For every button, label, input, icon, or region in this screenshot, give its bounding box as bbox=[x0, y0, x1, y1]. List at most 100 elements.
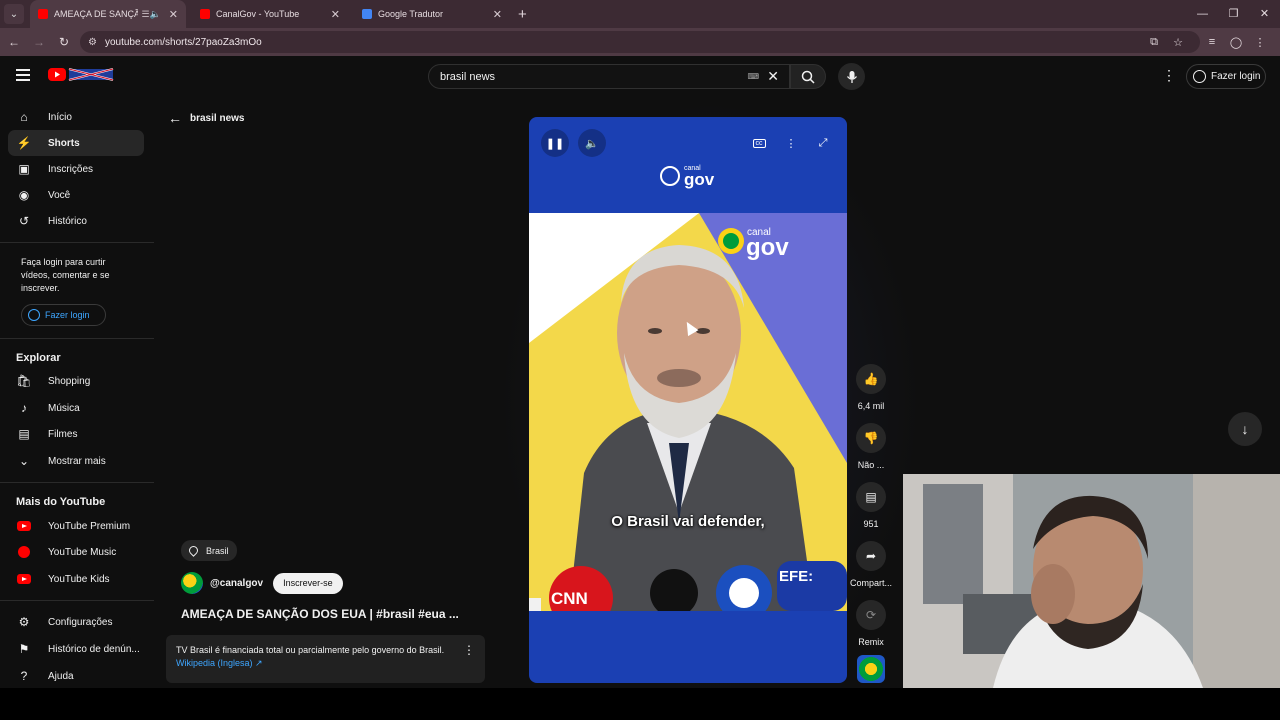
like-count: 6,4 mil bbox=[857, 401, 885, 411]
microphone-icon bbox=[846, 70, 857, 83]
sidebar-item-shopping[interactable]: 🛍 Shopping bbox=[8, 368, 144, 394]
sidebar-item-subscriptions[interactable]: ▣ Inscrições bbox=[8, 156, 144, 182]
sound-thumbnail[interactable] bbox=[857, 655, 885, 683]
back-arrow-icon: ← bbox=[168, 110, 182, 126]
captions-button[interactable]: cc bbox=[745, 129, 773, 157]
address-bar[interactable]: ⚙ youtube.com/shorts/27paoZa3mOo bbox=[80, 31, 1200, 53]
site-info-icon[interactable]: ⚙ bbox=[88, 37, 97, 48]
restore-icon[interactable]: ❐ bbox=[1218, 0, 1249, 28]
divider bbox=[0, 338, 154, 339]
browser-menu-icon[interactable]: ⋮ bbox=[1248, 36, 1272, 49]
sidebar-item-history[interactable]: ↺ Histórico bbox=[8, 208, 144, 234]
svg-text:gov: gov bbox=[746, 234, 789, 261]
subscriptions-icon: ▣ bbox=[18, 162, 30, 176]
webcam-image bbox=[903, 474, 1280, 688]
sidebar-item-report-history[interactable]: ⚑ Histórico de denún... bbox=[8, 636, 144, 662]
sidebar-item-you[interactable]: ◉ Você bbox=[8, 182, 144, 208]
tab-audio-icon[interactable]: ☰🔈 bbox=[142, 9, 161, 20]
webcam-overlay bbox=[903, 474, 1280, 688]
sidebar-item-youtube-premium[interactable]: YouTube Premium bbox=[8, 513, 144, 539]
sidebar-item-movies[interactable]: ▤ Filmes bbox=[8, 421, 144, 447]
sidebar-item-label: YouTube Premium bbox=[48, 520, 131, 532]
more-options-button[interactable]: ⋮ bbox=[777, 129, 805, 157]
arrow-down-icon: ↓ bbox=[1241, 421, 1249, 437]
sidebar-item-youtube-music[interactable]: YouTube Music bbox=[8, 539, 144, 565]
close-tab-icon[interactable]: ✕ bbox=[331, 8, 340, 21]
like-button[interactable]: 👍 6,4 mil bbox=[848, 364, 894, 411]
sidebar-item-shorts[interactable]: ⚡ Shorts bbox=[8, 130, 144, 156]
sidebar-item-label: Filmes bbox=[48, 428, 78, 440]
remix-button[interactable]: ⟳ Remix bbox=[848, 600, 894, 647]
profile-icon[interactable]: ◯ bbox=[1224, 36, 1248, 49]
shorts-icon: ⚡ bbox=[16, 136, 32, 150]
sidebar-item-help[interactable]: ? Ajuda bbox=[8, 663, 144, 689]
install-app-icon[interactable]: ⧉ bbox=[1142, 36, 1166, 49]
next-short-button[interactable]: ↓ bbox=[1228, 412, 1262, 446]
sidebar-item-home[interactable]: ⌂ Início bbox=[8, 104, 144, 130]
channel-avatar[interactable] bbox=[181, 572, 203, 594]
canal-gov-wordmark: canal gov bbox=[684, 165, 715, 189]
youtube-kids-icon bbox=[16, 571, 32, 587]
sidebar-item-label: Shopping bbox=[48, 375, 91, 387]
menu-icon[interactable] bbox=[16, 69, 30, 84]
notice-menu-icon[interactable]: ⋮ bbox=[463, 644, 475, 657]
sidebar-item-label: Configurações bbox=[48, 616, 113, 628]
volume-button[interactable]: 🔈 bbox=[578, 129, 606, 157]
voice-search-button[interactable] bbox=[838, 63, 865, 90]
minimize-icon[interactable]: — bbox=[1187, 0, 1218, 28]
comments-button[interactable]: ▤ 951 bbox=[848, 482, 894, 529]
new-tab-icon[interactable]: + bbox=[518, 6, 527, 23]
thumbs-down-icon: 👎 bbox=[856, 423, 886, 453]
back-to-search-link[interactable]: ← brasil news bbox=[168, 110, 244, 126]
fullscreen-button[interactable]: ⤢ bbox=[809, 129, 837, 157]
forward-arrow-icon[interactable]: → bbox=[28, 35, 50, 49]
sign-in-button[interactable]: Fazer login bbox=[1186, 64, 1266, 89]
login-note: Faça login para curtir vídeos, comentar … bbox=[21, 257, 110, 293]
location-chip[interactable]: Brasil bbox=[181, 540, 237, 561]
close-tab-icon[interactable]: ✕ bbox=[493, 8, 502, 21]
tab-search-button[interactable]: ⌄ bbox=[4, 4, 24, 24]
share-button[interactable]: ➦ Compart... bbox=[848, 541, 894, 588]
sidebar-item-settings[interactable]: ⚙ Configurações bbox=[8, 609, 144, 635]
search-button[interactable] bbox=[790, 64, 826, 89]
video-title[interactable]: AMEAÇA DE SANÇÃO DOS EUA | #brasil #eua … bbox=[181, 607, 459, 621]
youtube-logo[interactable] bbox=[48, 67, 114, 83]
sidebar-sign-in-button[interactable]: Fazer login bbox=[21, 304, 106, 326]
video-frame-art: canal gov CNN EFE: bbox=[529, 213, 847, 611]
sidebar-item-music[interactable]: ♪ Música bbox=[8, 395, 144, 421]
close-window-icon[interactable]: ✕ bbox=[1249, 0, 1280, 28]
more-options-icon: ⋮ bbox=[785, 137, 797, 150]
browser-tab[interactable]: CanalGov - YouTube ✕ bbox=[192, 0, 348, 28]
youtube-icon bbox=[200, 9, 210, 19]
divider bbox=[0, 482, 154, 483]
history-icon: ↺ bbox=[18, 214, 30, 228]
sidebar-item-label: Mostrar mais bbox=[48, 455, 106, 467]
keyboard-icon[interactable]: ⌨ bbox=[747, 72, 759, 81]
browser-tab-active[interactable]: AMEAÇA DE SANÇÃO DOS ☰🔈 ✕ bbox=[30, 0, 186, 28]
close-tab-icon[interactable]: ✕ bbox=[169, 8, 178, 21]
clear-search-icon[interactable]: ✕ bbox=[767, 68, 779, 85]
back-arrow-icon[interactable]: ← bbox=[3, 35, 25, 49]
music-icon: ♪ bbox=[21, 401, 27, 415]
channel-name[interactable]: @canalgov bbox=[210, 578, 263, 589]
dislike-label: Não ... bbox=[857, 460, 885, 470]
reload-icon[interactable]: ↻ bbox=[53, 35, 75, 49]
toolbar-right: ⧉ ☆ ≡ ◯ ⋮ bbox=[1142, 28, 1272, 56]
media-control-icon[interactable]: ≡ bbox=[1200, 36, 1224, 48]
pause-button[interactable]: ❚❚ bbox=[541, 129, 569, 157]
shorts-player[interactable]: ❚❚ 🔈 cc ⋮ ⤢ canal gov canal gov CNN EFE:… bbox=[529, 117, 847, 683]
sign-in-label: Fazer login bbox=[1211, 71, 1261, 82]
sidebar-item-show-more[interactable]: ⌄ Mostrar mais bbox=[8, 448, 144, 474]
caption-text: O Brasil vai defender, bbox=[611, 513, 765, 530]
sidebar-item-label: YouTube Kids bbox=[48, 573, 110, 585]
search-query: brasil news bbox=[440, 70, 496, 83]
browser-tab[interactable]: Google Tradutor ✕ bbox=[354, 0, 510, 28]
settings-menu-icon[interactable]: ⋮ bbox=[1162, 68, 1176, 82]
sidebar-item-youtube-kids[interactable]: YouTube Kids bbox=[8, 566, 144, 592]
wikipedia-link[interactable]: Wikipedia (Inglesa) ↗ bbox=[176, 658, 263, 668]
subscribe-button[interactable]: Inscrever-se bbox=[273, 572, 343, 594]
dislike-button[interactable]: 👎 Não ... bbox=[848, 423, 894, 470]
divider bbox=[0, 242, 154, 243]
search-input[interactable]: brasil news ⌨ ✕ bbox=[428, 64, 790, 89]
bookmark-star-icon[interactable]: ☆ bbox=[1166, 36, 1190, 49]
